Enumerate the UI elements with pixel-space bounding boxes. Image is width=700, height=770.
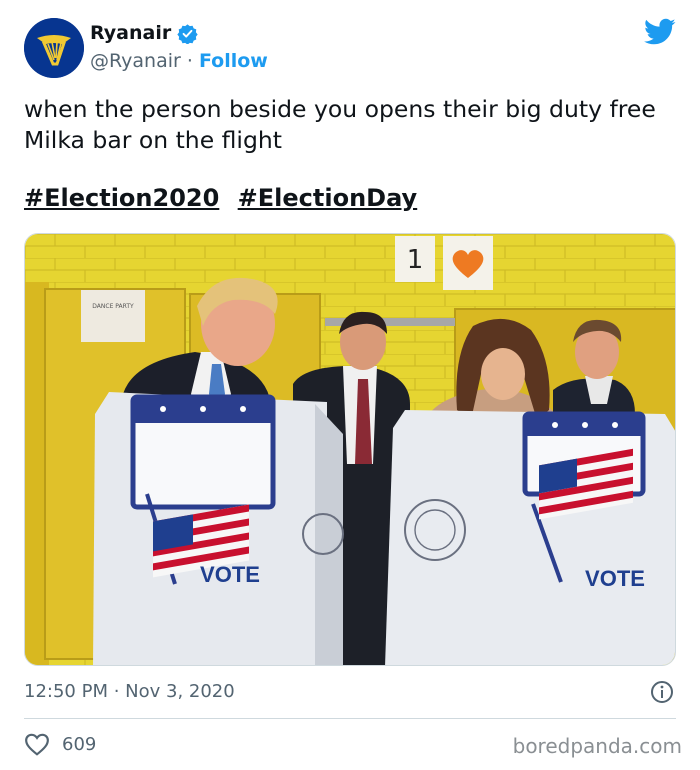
handle[interactable]: @Ryanair [90, 50, 181, 72]
hashtags: #Election2020 #ElectionDay [24, 184, 427, 212]
tweet-text: when the person beside you opens their b… [24, 95, 656, 154]
tweet-header: Ryanair @Ryanair · Follow [24, 18, 684, 80]
harp-logo-icon [24, 18, 84, 78]
voting-booth-photo: DANCE PARTY 1 VOTE VOTE [25, 234, 675, 665]
wall-number-sign: 1 [407, 245, 424, 275]
twitter-bird-icon[interactable] [644, 18, 676, 46]
verified-badge-icon [177, 23, 198, 44]
hashtag-election2020[interactable]: #Election2020 [24, 184, 219, 212]
info-icon[interactable] [650, 680, 674, 704]
ryanair-avatar[interactable] [24, 18, 84, 78]
divider [24, 718, 676, 719]
like-button[interactable]: 609 [24, 732, 96, 756]
handle-separator: · [186, 50, 193, 72]
tweet-photo[interactable]: DANCE PARTY 1 VOTE VOTE [24, 233, 676, 666]
heart-icon [25, 733, 49, 756]
tweet-timestamp[interactable]: 12:50 PM · Nov 3, 2020 [24, 681, 235, 702]
vote-label-left: VOTE [200, 562, 260, 587]
follow-button[interactable]: Follow [199, 50, 268, 72]
wall-paper-text: DANCE PARTY [92, 303, 134, 310]
handle-row: @Ryanair · Follow [90, 50, 268, 72]
like-count: 609 [62, 733, 97, 755]
display-name[interactable]: Ryanair [90, 22, 171, 44]
watermark: boredpanda.com [512, 734, 682, 758]
hashtag-electionday[interactable]: #ElectionDay [238, 184, 418, 212]
vote-label-right: VOTE [585, 566, 645, 591]
name-row: Ryanair [90, 22, 198, 44]
